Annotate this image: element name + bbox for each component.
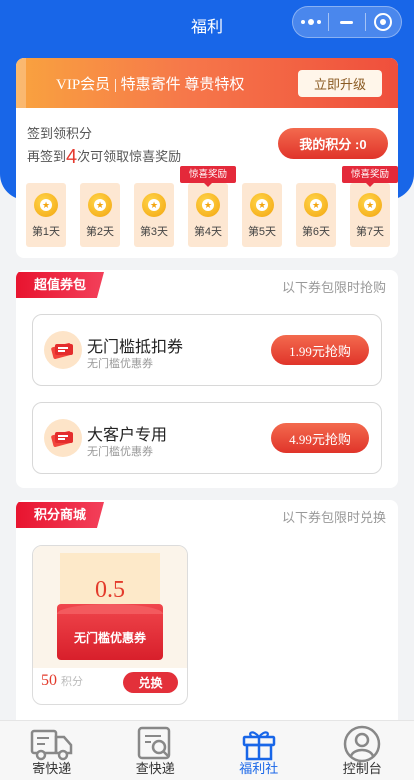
day-card-2[interactable]: ★ 第2天 [80, 183, 120, 247]
coin-icon: ★ [358, 193, 382, 217]
signin-days: ★ 第1天 ★ 第2天 ★ 第3天 ★ 第4天 ★ 第5天 ★ 第6天 ★ 第7天 惊喜奖励 … [26, 166, 398, 249]
tab-console[interactable]: 控制台 [311, 721, 414, 780]
section-tag: 超值券包 [16, 272, 104, 298]
product-name: 无门槛优惠券 [73, 631, 146, 645]
vip-text: VIP会员 | 特惠寄件 尊贵特权 [56, 76, 245, 93]
tab-welfare[interactable]: 福利社 [207, 721, 311, 780]
day-card-5[interactable]: ★ 第5天 [242, 183, 282, 247]
points-mall-section: 积分商城 以下券包限时兑换 0.5 无门槛优惠券 50 积分 兑换 [16, 500, 398, 740]
section-subtitle: 以下券包限时抢购 [281, 280, 386, 295]
coin-icon: ★ [88, 193, 112, 217]
signin-card: VIP会员 | 特惠寄件 尊贵特权 立即升级 签到领积分 再签到4次可领取惊喜奖… [16, 58, 398, 258]
section-subtitle: 以下券包限时兑换 [281, 510, 386, 525]
buy-coupon-button[interactable]: 4.99元抢购 [271, 423, 369, 453]
minimize-icon[interactable] [329, 7, 364, 37]
more-icon[interactable] [293, 7, 328, 37]
signin-title: 签到领积分 [27, 126, 93, 141]
day-card-1[interactable]: ★ 第1天 [26, 183, 66, 247]
remaining-count: 4 [66, 146, 78, 168]
close-target-icon[interactable] [366, 7, 401, 37]
product-card[interactable]: 0.5 无门槛优惠券 50 积分 兑换 [32, 545, 188, 705]
coupon-pack-section: 超值券包 以下券包限时抢购 无门槛抵扣券 无门槛优惠券 1.99元抢购 大客户专… [16, 270, 398, 488]
coin-icon: ★ [34, 193, 58, 217]
tab-track-express[interactable]: 查快递 [104, 721, 208, 780]
buy-coupon-button[interactable]: 1.99元抢购 [271, 335, 369, 365]
coupon-item: 大客户专用 无门槛优惠券 4.99元抢购 [32, 402, 382, 474]
coin-icon: ★ [142, 193, 166, 217]
day-card-4[interactable]: ★ 第4天 [188, 183, 228, 247]
section-tag: 积分商城 [16, 502, 104, 528]
coupon-name: 大客户专用 [87, 427, 168, 444]
day-card-6[interactable]: ★ 第6天 [296, 183, 336, 247]
vip-banner: VIP会员 | 特惠寄件 尊贵特权 立即升级 [16, 58, 398, 108]
redeem-button[interactable]: 兑换 [123, 672, 178, 693]
day-card-7[interactable]: ★ 第7天 [350, 183, 390, 247]
upgrade-button[interactable]: 立即升级 [298, 70, 382, 97]
coupon-desc: 无门槛优惠券 [87, 446, 153, 458]
coin-icon: ★ [250, 193, 274, 217]
my-points-button[interactable]: 我的积分 :0 [278, 128, 388, 159]
ticket-icon [44, 331, 82, 369]
coupon-name: 无门槛抵扣券 [87, 339, 184, 356]
coupon-envelope-image: 0.5 无门槛优惠券 [33, 546, 187, 668]
day-card-3[interactable]: ★ 第3天 [134, 183, 174, 247]
coupon-item: 无门槛抵扣券 无门槛优惠券 1.99元抢购 [32, 314, 382, 386]
coupon-value: 0.5 [95, 577, 125, 603]
coin-icon: ★ [196, 193, 220, 217]
bonus-badge-day4: 惊喜奖励 [180, 166, 236, 187]
bottom-tab-bar: 寄快递 查快递 福利社 控制台 [0, 720, 414, 780]
ticket-icon [44, 419, 82, 457]
signin-progress: 再签到4次可领取惊喜奖励 [27, 146, 182, 168]
bonus-badge-day7: 惊喜奖励 [342, 166, 398, 187]
tab-send-express[interactable]: 寄快递 [0, 721, 104, 780]
coupon-desc: 无门槛优惠券 [87, 358, 153, 370]
coin-icon: ★ [304, 193, 328, 217]
product-points: 50 积分 [41, 672, 83, 689]
mini-program-capsule [292, 6, 402, 38]
